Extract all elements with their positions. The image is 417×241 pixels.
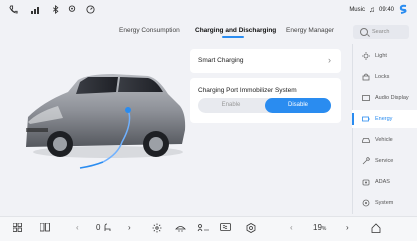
system-icon [362, 199, 370, 207]
left-temp-number: 0 [96, 223, 101, 232]
sidebar-item-label: Service [375, 158, 394, 164]
tab-energy-manager[interactable]: Energy Manager [286, 27, 334, 34]
tab-charging-and-discharging[interactable]: Charging and Discharging [195, 27, 276, 34]
bottom-dock: ‹ 0 › ‹ 19% › [0, 216, 417, 241]
light-icon [362, 52, 370, 60]
sidebar-item-locks[interactable]: Locks [352, 68, 417, 86]
vehicle-charging-illustration [26, 74, 186, 169]
right-temp-increase-icon[interactable]: › [346, 223, 349, 233]
status-right: Music ♫ 09:40 [349, 4, 409, 15]
search-icon [360, 28, 368, 36]
location-icon [68, 5, 76, 17]
search-placeholder: Search [372, 29, 390, 35]
sidebar-item-vehicle[interactable]: Vehicle [352, 131, 417, 149]
speedometer-icon [86, 5, 95, 17]
right-temp-decrease-icon[interactable]: ‹ [290, 223, 293, 233]
immobilizer-label: Charging Port Immobilizer System [198, 87, 297, 94]
enable-option[interactable]: Enable [198, 98, 264, 113]
status-bar: Music ♫ 09:40 [0, 0, 417, 20]
sidebar-item-label: Energy [375, 116, 393, 122]
split-screen-icon[interactable] [39, 222, 50, 235]
sidebar-item-label: Audio Display [375, 95, 409, 101]
sidebar-item-label: Locks [375, 74, 390, 80]
climate-settings-icon[interactable] [246, 223, 256, 236]
sidebar-item-label: System [375, 200, 394, 206]
sidebar-item-label: Vehicle [375, 137, 393, 143]
phone-icon [9, 5, 18, 17]
lock-icon [362, 73, 370, 81]
bluetooth-icon [52, 4, 59, 17]
sidebar-item-audio-display[interactable]: Audio Display [352, 89, 417, 107]
chevron-right-icon: › [328, 55, 331, 65]
sidebar-item-label: Light [375, 53, 387, 59]
disable-option[interactable]: Disable [265, 98, 331, 113]
sidebar-item-light[interactable]: Light [352, 47, 417, 65]
tab-energy-consumption[interactable]: Energy Consumption [119, 27, 180, 34]
adas-icon [362, 178, 370, 186]
smart-charging-row[interactable]: Smart Charging › [190, 49, 341, 73]
sidebar-item-label: ADAS [375, 179, 390, 185]
signal-icon [31, 5, 41, 17]
energy-icon [362, 115, 370, 123]
right-temp-number: 19 [313, 223, 322, 232]
smart-charging-label: Smart Charging [198, 57, 244, 64]
home-icon[interactable] [371, 223, 381, 236]
right-temp-unit: % [321, 226, 327, 232]
service-icon [362, 157, 370, 165]
rear-defrost-icon[interactable] [220, 223, 231, 235]
clock-time: 09:40 [378, 6, 394, 13]
vehicle-icon [362, 136, 370, 144]
sidebar-item-service[interactable]: Service [352, 152, 417, 170]
apps-grid-icon[interactable] [12, 222, 22, 235]
fan-icon[interactable] [152, 223, 162, 236]
seat-heat-icon[interactable] [104, 223, 112, 235]
sidebar-item-energy[interactable]: Energy [352, 110, 417, 128]
immobilizer-segmented-control: Enable Disable [198, 98, 331, 113]
sidebar-item-system[interactable]: System [352, 194, 417, 212]
immobilizer-card: Charging Port Immobilizer System Enable … [190, 78, 341, 123]
left-temp-increase-icon[interactable]: › [128, 223, 131, 233]
left-temp-value: 0 [96, 223, 100, 233]
search-input[interactable]: Search [353, 25, 409, 39]
active-tab-indicator [222, 36, 244, 38]
music-note-icon[interactable]: ♫ [369, 5, 375, 14]
front-defrost-icon[interactable] [175, 223, 186, 235]
brand-logo-icon [398, 4, 409, 15]
sidebar-item-adas[interactable]: ADAS [352, 173, 417, 191]
audio-display-icon [362, 94, 370, 102]
sidebar: Light Locks Audio Display Energy Vehicle… [352, 44, 417, 216]
ac-mode-icon[interactable] [196, 223, 210, 235]
right-temp-value: 19% [313, 223, 326, 234]
music-label: Music [349, 6, 365, 13]
left-temp-decrease-icon[interactable]: ‹ [76, 223, 79, 233]
